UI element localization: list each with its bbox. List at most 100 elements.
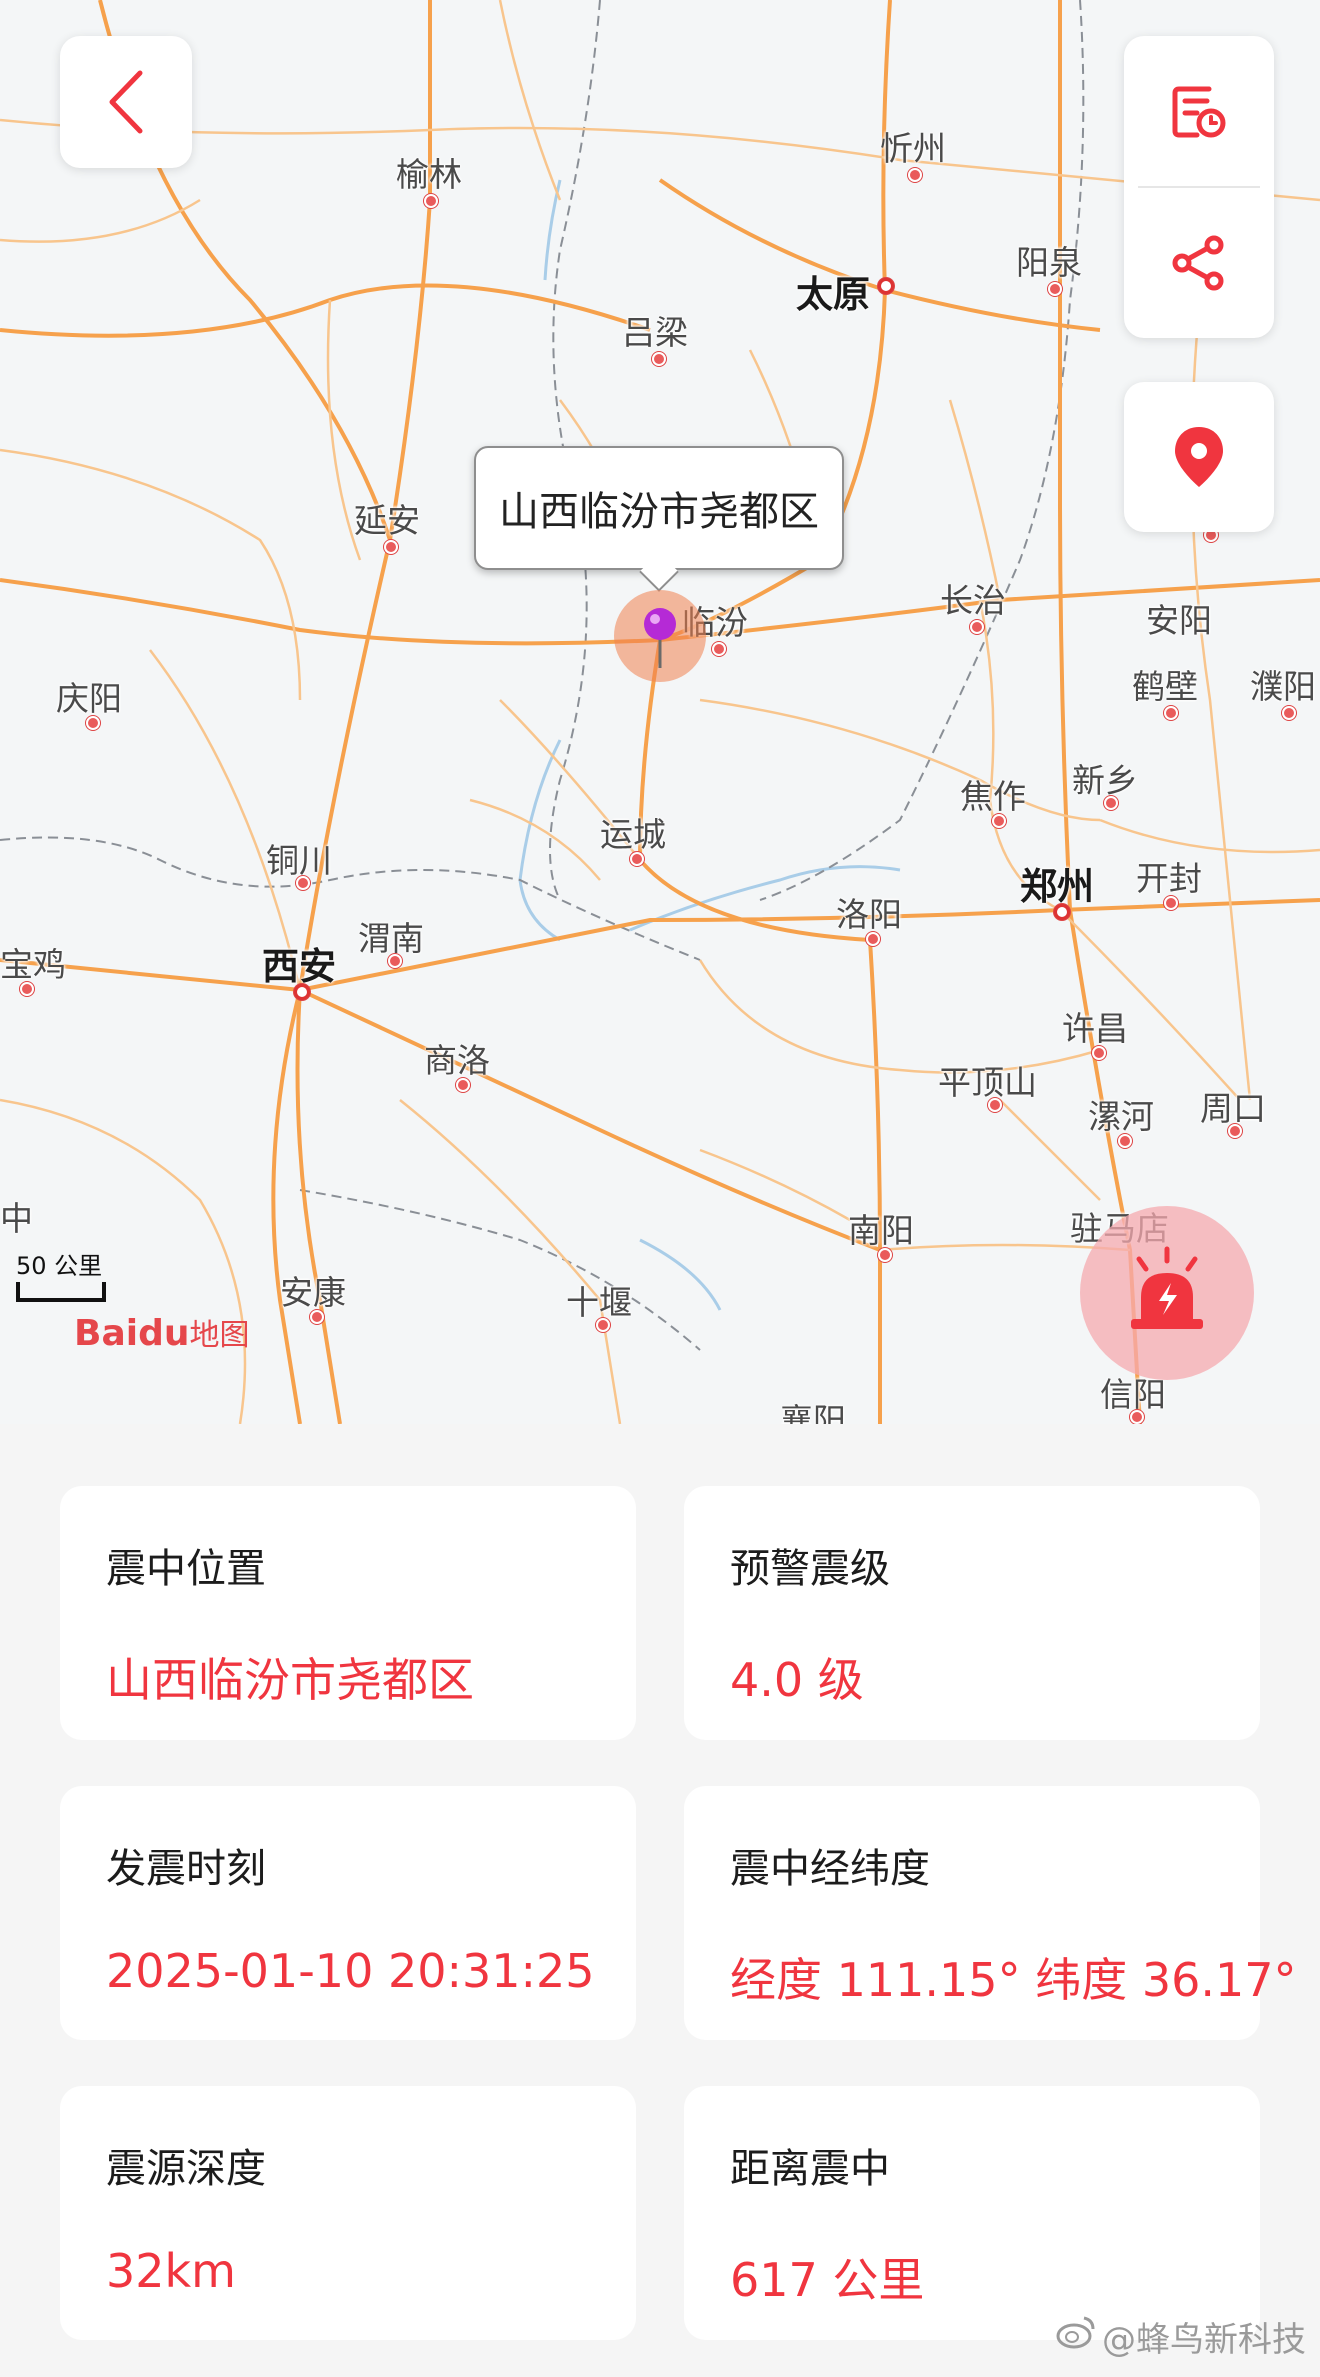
city-label: 周口	[1200, 1089, 1266, 1128]
city-label: 新乡	[1072, 761, 1138, 800]
info-card-depth: 震源深度 32km	[60, 2086, 636, 2340]
chevron-left-icon	[109, 70, 143, 134]
city-label: 郑州	[1020, 865, 1094, 908]
map-toolbar	[1124, 36, 1274, 338]
city-label: 洛阳	[836, 895, 902, 934]
city-label: 十堰	[566, 1283, 632, 1322]
back-button[interactable]	[60, 36, 192, 168]
info-card-magnitude: 预警震级 4.0 级	[684, 1486, 1260, 1740]
baidu-logo-brand: Baidu	[74, 1313, 190, 1354]
city-label: 榆林	[396, 155, 462, 194]
city-label: 宝鸡	[0, 945, 66, 984]
city-dot	[1164, 896, 1178, 910]
earthquake-info-panel: 震中位置 山西临汾市尧都区 预警震级 4.0 级 发震时刻 2025-01-10…	[0, 1424, 1320, 2377]
info-card-epicenter-location: 震中位置 山西临汾市尧都区	[60, 1486, 636, 1740]
baidu-logo-suffix: 地图	[189, 1318, 250, 1353]
info-card-value: 经度 111.15° 纬度 36.17°	[730, 1953, 1297, 2007]
info-card-value: 山西临汾市尧都区	[106, 1653, 474, 1707]
info-card-label: 预警震级	[730, 1546, 890, 1592]
city-label: 安阳	[1146, 601, 1212, 640]
city-label: 平顶山	[938, 1063, 1037, 1102]
city-dot	[384, 540, 398, 554]
city-dot	[988, 1098, 1002, 1112]
city-dot	[712, 642, 726, 656]
city-dot	[630, 852, 644, 866]
city-dot	[878, 1248, 892, 1262]
info-card-label: 发震时刻	[106, 1846, 266, 1892]
city-dot	[294, 984, 310, 1000]
city-dot	[424, 194, 438, 208]
info-card-label: 震源深度	[106, 2146, 266, 2192]
city-label: 铜川	[266, 841, 332, 880]
city-label: 漯河	[1088, 1097, 1154, 1136]
alarm-button[interactable]	[1080, 1206, 1254, 1380]
location-pin-icon	[1175, 427, 1223, 487]
info-card-label: 距离震中	[730, 2146, 890, 2192]
city-label: 延安	[354, 501, 420, 540]
baidu-map-logo: Baidu地图	[74, 1310, 249, 1354]
city-label: 安康	[280, 1273, 346, 1312]
city-dot	[1104, 796, 1118, 810]
siren-alarm-icon	[1131, 1246, 1203, 1329]
city-label: 中	[0, 1199, 33, 1238]
city-dot	[1282, 706, 1296, 720]
city-label: 忻州	[880, 129, 946, 168]
history-record-icon	[1172, 86, 1226, 138]
city-dot	[310, 1310, 324, 1324]
info-card-value: 2025-01-10 20:31:25	[106, 1944, 595, 1998]
city-dot	[1092, 1046, 1106, 1060]
info-card-distance: 距离震中 617 公里	[684, 2086, 1260, 2340]
city-label: 西安	[262, 945, 336, 988]
city-dot	[1228, 1124, 1242, 1138]
city-label: 吕梁	[622, 313, 688, 352]
city-label: 焦作	[960, 777, 1026, 816]
map-scale-bar	[16, 1282, 106, 1302]
city-dot	[1118, 1134, 1132, 1148]
city-label: 南阳	[848, 1211, 914, 1250]
info-card-value: 32km	[106, 2244, 236, 2298]
share-icon	[1172, 235, 1224, 291]
city-dot	[456, 1078, 470, 1092]
watermark: @蜂鸟新科技	[1056, 2312, 1306, 2361]
map-view[interactable]: 榆林 忻州 太原 阳泉 吕梁 延安 临汾 长治 安阳 鹤壁 濮阳 庆阳 焦作 新…	[0, 0, 1320, 1424]
city-dot	[1130, 1410, 1144, 1424]
city-label: 运城	[600, 815, 666, 854]
city-dot	[388, 954, 402, 968]
city-dot	[908, 168, 922, 182]
city-dot	[992, 814, 1006, 828]
city-dot	[652, 352, 666, 366]
city-label: 濮阳	[1250, 667, 1316, 706]
history-record-button[interactable]	[1124, 36, 1274, 186]
info-card-label: 震中经纬度	[730, 1846, 930, 1892]
city-dot	[1164, 706, 1178, 720]
locate-button[interactable]	[1124, 382, 1274, 532]
city-label: 阳泉	[1016, 243, 1082, 282]
info-card-value: 4.0 级	[730, 1653, 864, 1707]
city-label: 商洛	[424, 1041, 490, 1080]
city-dot	[20, 982, 34, 996]
info-card-coordinates: 震中经纬度 经度 111.15° 纬度 36.17°	[684, 1786, 1297, 2040]
city-label: 开封	[1136, 859, 1202, 898]
city-dot	[596, 1318, 610, 1332]
share-button[interactable]	[1124, 188, 1274, 338]
info-card-occurrence-time: 发震时刻 2025-01-10 20:31:25	[60, 1786, 636, 2040]
city-label: 许昌	[1062, 1009, 1128, 1048]
city-dot	[878, 278, 894, 294]
city-dot	[296, 876, 310, 890]
city-dot	[86, 716, 100, 730]
watermark-text: @蜂鸟新科技	[1102, 2320, 1306, 2360]
city-label: 庆阳	[56, 679, 122, 718]
city-dot	[866, 932, 880, 946]
city-label: 长治	[940, 581, 1006, 620]
epicenter-callout: 山西临汾市尧都区	[474, 446, 844, 570]
city-label: 太原	[796, 273, 870, 316]
city-dot	[1048, 282, 1062, 296]
info-card-value: 617 公里	[730, 2253, 925, 2307]
city-dot	[970, 620, 984, 634]
epicenter-pin-icon[interactable]	[638, 606, 682, 670]
city-label: 鹤壁	[1132, 667, 1198, 706]
info-card-label: 震中位置	[106, 1546, 266, 1592]
weibo-logo-icon	[1056, 2315, 1096, 2358]
city-label: 襄阳	[780, 1401, 846, 1424]
city-dot	[1054, 904, 1070, 920]
